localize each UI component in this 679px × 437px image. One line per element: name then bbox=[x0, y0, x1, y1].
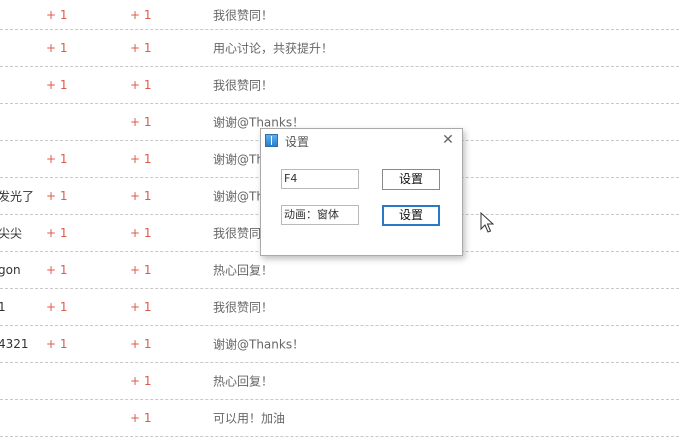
table-row: + 1 可以用！加油 bbox=[0, 400, 679, 437]
row-reason: 我很赞同！ bbox=[213, 78, 274, 93]
row-reason: 热心回复！ bbox=[213, 374, 274, 389]
row-score: + 1 bbox=[46, 7, 68, 22]
row-score: + 1 bbox=[130, 78, 152, 92]
row-score: + 1 bbox=[130, 7, 152, 22]
table-row: + 1 + 1 我很赞同！ bbox=[0, 67, 679, 104]
table-row: gon + 1 + 1 热心回复！ bbox=[0, 252, 679, 289]
row-reason: 可以用！加油 bbox=[213, 411, 286, 426]
row-user: 尖尖 bbox=[0, 226, 23, 241]
row-reason: 我很赞同！ bbox=[213, 300, 274, 315]
dialog-titlebar[interactable]: 设置 ✕ bbox=[261, 129, 462, 153]
row-score: + 1 bbox=[130, 152, 152, 166]
table-row: + 1 + 1 用心讨论，共获提升！ bbox=[0, 30, 679, 67]
row-score: + 1 bbox=[130, 41, 152, 55]
row-reason: 用心讨论，共获提升！ bbox=[213, 41, 334, 56]
row-score: + 1 bbox=[46, 78, 68, 92]
row-reason: 我很赞同！ bbox=[213, 8, 274, 22]
row-score: + 1 bbox=[46, 263, 68, 277]
row-score: + 1 bbox=[46, 226, 68, 240]
row-score: + 1 bbox=[46, 189, 68, 203]
row-score: + 1 bbox=[46, 152, 68, 166]
row-user: 4321 bbox=[0, 337, 29, 351]
dialog-title: 设置 bbox=[285, 135, 310, 149]
app-icon bbox=[265, 134, 278, 147]
mouse-pointer-icon bbox=[480, 212, 494, 233]
row-reason: 谢谢@Th bbox=[213, 152, 264, 167]
set-hotkey-button[interactable]: 设置 bbox=[382, 169, 440, 190]
row-score: + 1 bbox=[130, 300, 152, 314]
row-score: + 1 bbox=[130, 411, 152, 425]
row-score: + 1 bbox=[130, 226, 152, 240]
row-score: + 1 bbox=[46, 41, 68, 55]
row-score: + 1 bbox=[130, 337, 152, 351]
row-user: 1 bbox=[0, 300, 6, 314]
animation-field[interactable]: 动画：窗体 bbox=[281, 205, 359, 225]
table-row: 4321 + 1 + 1 谢谢@Thanks！ bbox=[0, 326, 679, 363]
row-reason: 我很赞同 bbox=[213, 226, 262, 241]
close-icon[interactable]: ✕ bbox=[440, 132, 456, 148]
row-reason: 热心回复！ bbox=[213, 263, 274, 278]
row-score: + 1 bbox=[130, 374, 152, 388]
row-reason: 谢谢@Th bbox=[213, 189, 264, 204]
row-score: + 1 bbox=[46, 337, 68, 351]
settings-dialog: 设置 ✕ F4 设置 动画：窗体 设置 bbox=[260, 128, 463, 256]
row-user: gon bbox=[0, 263, 21, 277]
hotkey-field[interactable]: F4 bbox=[281, 169, 359, 189]
table-row: 1 + 1 + 1 我很赞同！ bbox=[0, 289, 679, 326]
table-row: + 1 + 1 我很赞同！ bbox=[0, 0, 679, 30]
row-score: + 1 bbox=[130, 263, 152, 277]
row-user: 发光了 bbox=[0, 189, 35, 204]
row-reason: 谢谢@Thanks！ bbox=[213, 337, 305, 352]
row-score: + 1 bbox=[130, 189, 152, 203]
row-score: + 1 bbox=[46, 300, 68, 314]
set-animation-button[interactable]: 设置 bbox=[382, 205, 440, 226]
row-score: + 1 bbox=[130, 115, 152, 129]
table-row: + 1 热心回复！ bbox=[0, 363, 679, 400]
